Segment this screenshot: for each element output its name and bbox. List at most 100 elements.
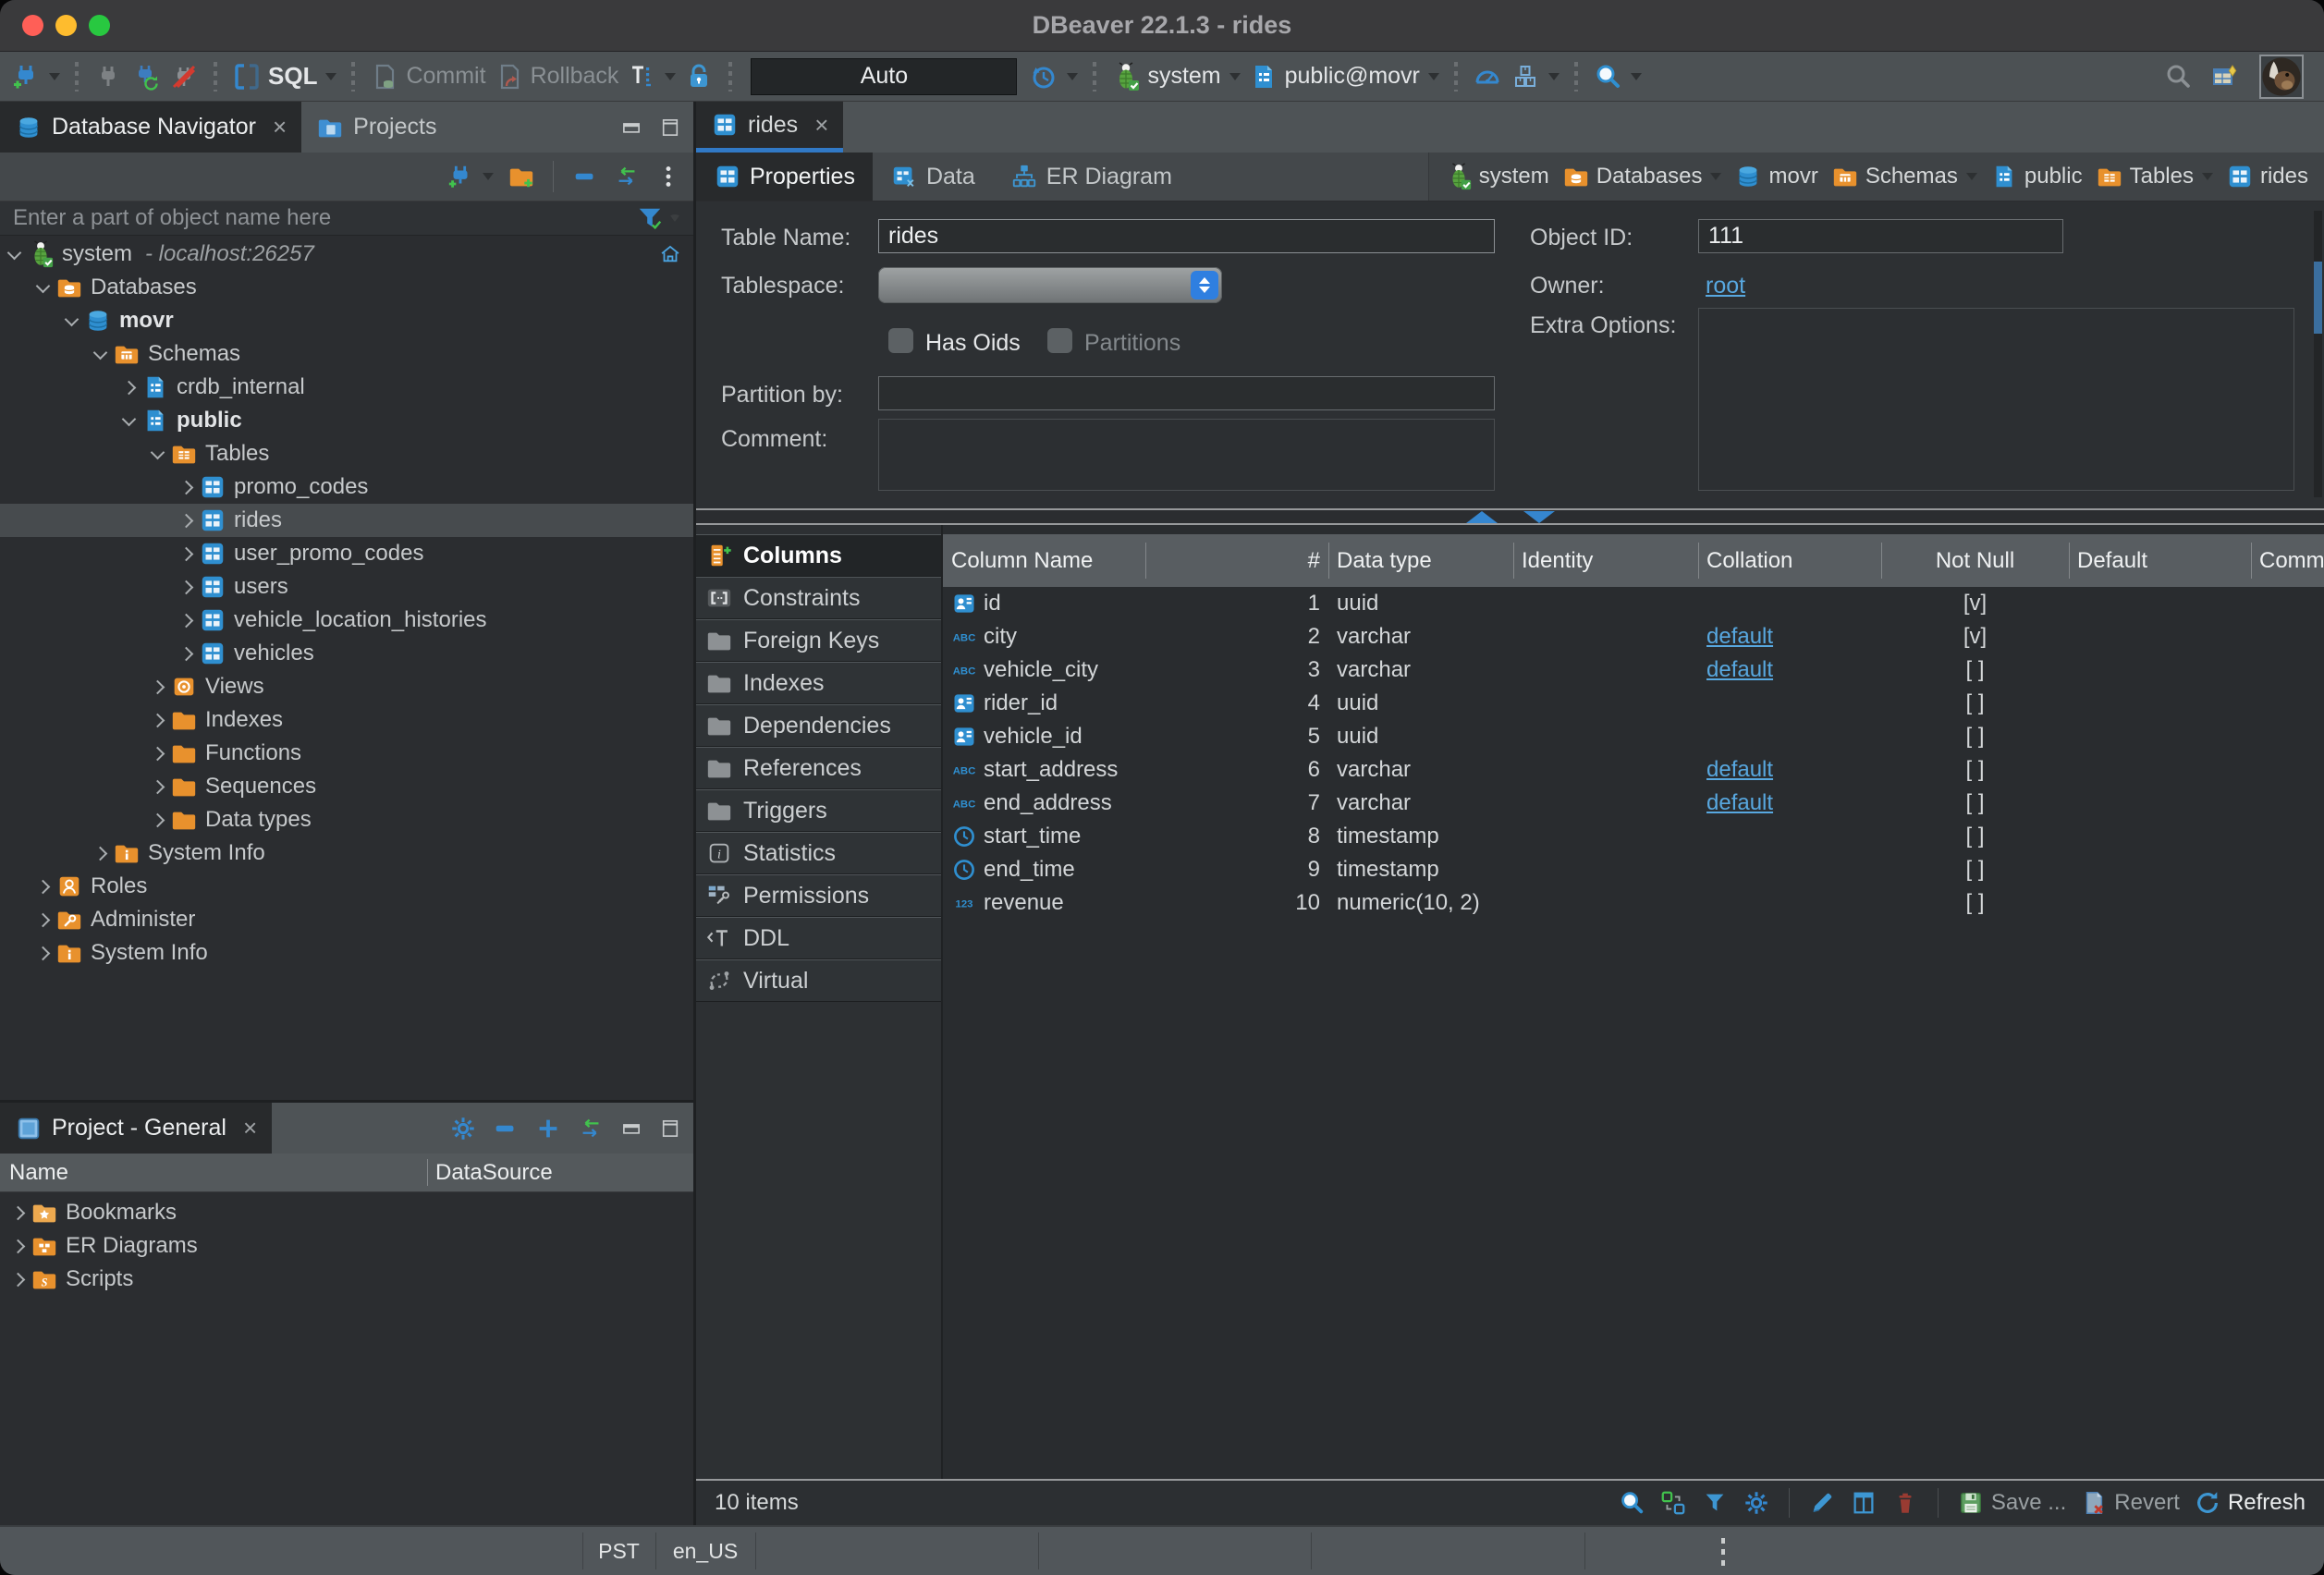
subtab-data[interactable]: Data (873, 153, 993, 201)
locale-status[interactable]: en_US (655, 1527, 755, 1575)
breadcrumb-public[interactable]: public (1984, 163, 2089, 190)
open-new-window-button[interactable] (2211, 62, 2241, 92)
search-icon[interactable] (1618, 1489, 1645, 1517)
column-row-vehicle-id[interactable]: vehicle_id5uuid[ ] (943, 720, 2324, 753)
expand-all-icon[interactable] (534, 1115, 562, 1142)
breadcrumb-tables[interactable]: Tables (2089, 163, 2220, 190)
new-connection-small-button[interactable] (446, 163, 494, 190)
tree-item-public[interactable]: public (0, 404, 693, 437)
column-row-start-address[interactable]: ABCstart_address6varchardefault[ ] (943, 753, 2324, 787)
section-ddl[interactable]: DDL (696, 917, 941, 959)
column-row-city[interactable]: ABCcity2varchardefault[v] (943, 620, 2324, 653)
section-virtual[interactable]: Virtual (696, 959, 941, 1002)
commit-button[interactable]: Commit (370, 62, 485, 92)
breadcrumb-schemas[interactable]: Schemas (1825, 163, 1984, 190)
minimize-panel-icon[interactable] (619, 1117, 643, 1141)
chevron-right-icon[interactable] (122, 380, 137, 395)
column-row-vehicle-city[interactable]: ABCvehicle_city3varchardefault[ ] (943, 653, 2324, 687)
project-item-scripts[interactable]: SScripts (0, 1263, 693, 1296)
active-connection-select[interactable]: system (1111, 62, 1240, 92)
tab-project-general[interactable]: Project - General × (0, 1103, 272, 1154)
tree-item-vehicles[interactable]: vehicles (0, 637, 693, 670)
chevron-down-icon[interactable] (36, 278, 51, 293)
tree-item-system[interactable]: system - localhost:26257 (0, 238, 693, 271)
col-header-column-name[interactable]: Column Name (943, 534, 1145, 587)
link-with-editor-button[interactable] (613, 163, 641, 190)
tree-item-sequences[interactable]: Sequences (0, 770, 693, 803)
tree-item-indexes[interactable]: Indexes (0, 703, 693, 737)
col-header-default[interactable]: Default (2069, 534, 2251, 587)
tree-item-tables[interactable]: Tables (0, 437, 693, 470)
tab-database-navigator[interactable]: Database Navigator × (0, 102, 301, 153)
column-row-rider-id[interactable]: rider_id4uuid[ ] (943, 687, 2324, 720)
col-header-number[interactable]: # (1145, 534, 1328, 587)
chevron-down-icon[interactable] (7, 245, 22, 260)
collapse-up-icon[interactable] (1466, 511, 1498, 523)
compact-view-button[interactable] (1511, 62, 1560, 92)
chevron-right-icon[interactable] (179, 646, 194, 661)
chevron-right-icon[interactable] (36, 946, 51, 960)
chevron-right-icon[interactable] (179, 513, 194, 528)
dashboard-button[interactable] (1473, 62, 1502, 92)
subtab-er-diagram[interactable]: ER Diagram (993, 153, 1190, 201)
col-header-identity[interactable]: Identity (1513, 534, 1698, 587)
collation-link[interactable]: default (1706, 757, 1773, 783)
form-scrollbar[interactable] (2314, 211, 2322, 497)
section-references[interactable]: References (696, 747, 941, 789)
column-row-id[interactable]: id1uuid[v] (943, 587, 2324, 620)
chevron-right-icon[interactable] (151, 812, 165, 827)
rollback-button[interactable]: Rollback (495, 62, 619, 92)
breadcrumb-databases[interactable]: Databases (1556, 163, 1729, 190)
object-id-input[interactable]: 111 (1698, 219, 2063, 253)
partitions-checkbox[interactable] (1047, 328, 1072, 353)
minimize-panel-icon[interactable] (619, 116, 643, 140)
new-connection-button[interactable] (11, 62, 60, 92)
commit-mode-select[interactable]: Auto (751, 58, 1017, 95)
tree-item-system-info[interactable]: System Info (0, 836, 693, 870)
connect-button[interactable] (93, 62, 123, 92)
quick-search-button[interactable] (2163, 62, 2193, 92)
gear-icon[interactable] (449, 1115, 477, 1142)
maximize-panel-icon[interactable] (658, 1117, 682, 1141)
tree-item-users[interactable]: users (0, 570, 693, 604)
active-schema-select[interactable]: public@movr (1249, 62, 1439, 92)
chevron-right-icon[interactable] (36, 879, 51, 894)
form-grid-splitter[interactable] (696, 508, 2324, 525)
owner-link[interactable]: root (1706, 273, 1745, 299)
tree-item-promo-codes[interactable]: promo_codes (0, 470, 693, 504)
chevron-right-icon[interactable] (93, 846, 108, 861)
column-row-start-time[interactable]: start_time8timestamp[ ] (943, 820, 2324, 853)
partition-by-input[interactable] (878, 376, 1495, 410)
compare-icon[interactable] (1659, 1489, 1687, 1517)
new-folder-button[interactable] (508, 163, 535, 190)
chevron-right-icon[interactable] (179, 546, 194, 561)
column-header-datasource[interactable]: DataSource (428, 1160, 553, 1186)
comment-area[interactable] (878, 419, 1495, 491)
collation-link[interactable]: default (1706, 657, 1773, 683)
user-profile-button[interactable] (2259, 55, 2304, 99)
minimize-window-button[interactable] (55, 15, 77, 36)
tablespace-select[interactable] (878, 267, 1222, 303)
chevron-down-icon[interactable] (65, 311, 80, 326)
tab-projects[interactable]: Projects (301, 102, 451, 153)
save-button[interactable]: Save ... (1957, 1489, 2066, 1517)
tree-item-data-types[interactable]: Data types (0, 803, 693, 836)
section-dependencies[interactable]: Dependencies (696, 704, 941, 747)
navigator-filter-input[interactable]: Enter a part of object name here (0, 201, 693, 236)
tree-item-views[interactable]: Views (0, 670, 693, 703)
chevron-right-icon[interactable] (11, 1239, 26, 1253)
pencil-icon[interactable] (1808, 1489, 1836, 1517)
column-header-name[interactable]: Name (0, 1160, 427, 1186)
chevron-right-icon[interactable] (179, 613, 194, 628)
col-header-not-null[interactable]: Not Null (1881, 534, 2069, 587)
breadcrumb-movr[interactable]: movr (1728, 163, 1824, 190)
column-row-revenue[interactable]: 123revenue10numeric(10, 2)[ ] (943, 886, 2324, 920)
collation-link[interactable]: default (1706, 624, 1773, 650)
collapse-down-icon[interactable] (1523, 511, 1555, 523)
breadcrumb-rides[interactable]: rides (2220, 163, 2315, 190)
section-indexes[interactable]: Indexes (696, 662, 941, 704)
section-columns[interactable]: Columns (696, 534, 941, 577)
chevron-right-icon[interactable] (11, 1272, 26, 1287)
collation-link[interactable]: default (1706, 790, 1773, 816)
section-triggers[interactable]: Triggers (696, 789, 941, 832)
